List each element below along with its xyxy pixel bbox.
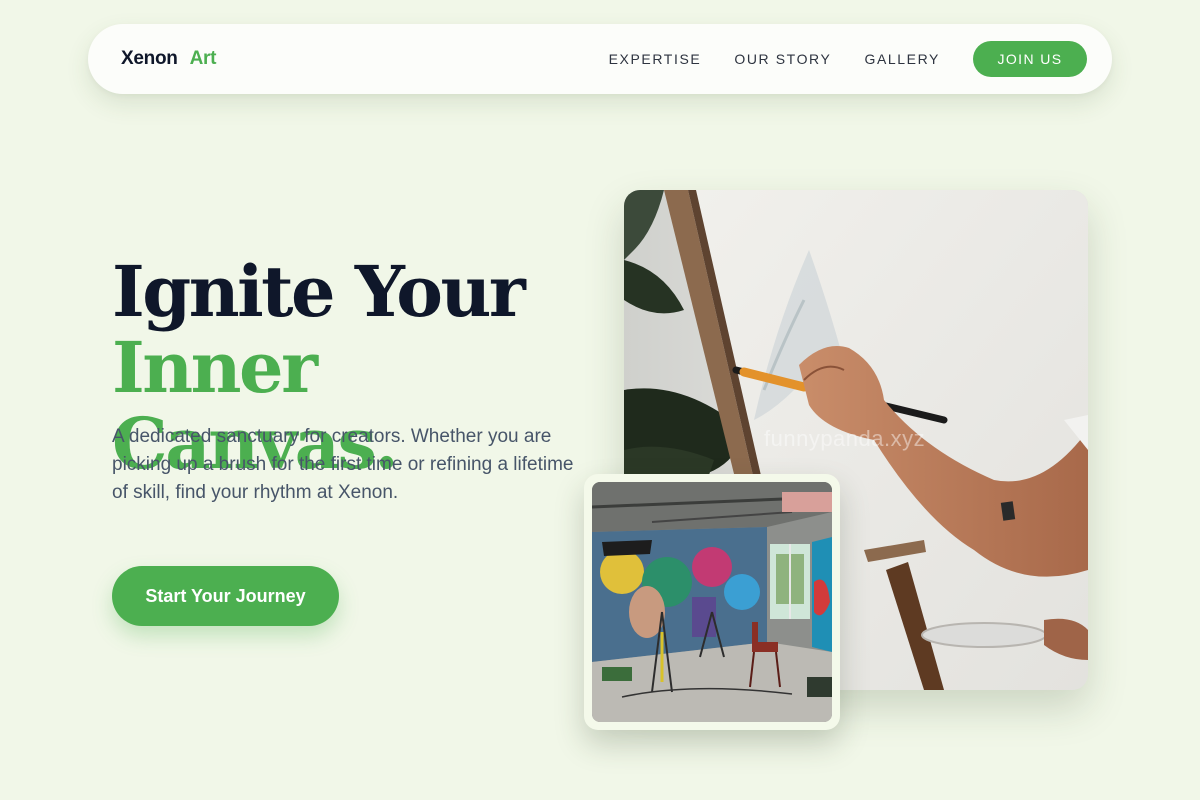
logo-accent: Art [189, 48, 217, 69]
nav-link-our-story[interactable]: OUR STORY [734, 51, 831, 67]
nav-link-expertise[interactable]: EXPERTISE [609, 51, 702, 67]
hero-description: A dedicated sanctuary for creators. Whet… [112, 426, 574, 503]
join-us-button[interactable]: JOIN US [973, 41, 1087, 77]
nav-link-gallery[interactable]: GALLERY [864, 51, 940, 67]
logo-primary: Xenon [121, 48, 178, 69]
studio-photo [592, 482, 832, 722]
start-journey-button[interactable]: Start Your Journey [112, 566, 339, 626]
hero-title-line1: Ignite Your [112, 250, 526, 333]
image-watermark: funnypanda.xyz [764, 426, 926, 451]
logo[interactable]: Xenon Art [121, 48, 216, 70]
nav-links: EXPERTISE OUR STORY GALLERY JOIN US [609, 41, 1087, 77]
navbar: Xenon Art EXPERTISE OUR STORY GALLERY JO… [88, 24, 1112, 94]
studio-illustration [592, 482, 832, 722]
studio-photo-card [584, 474, 840, 730]
